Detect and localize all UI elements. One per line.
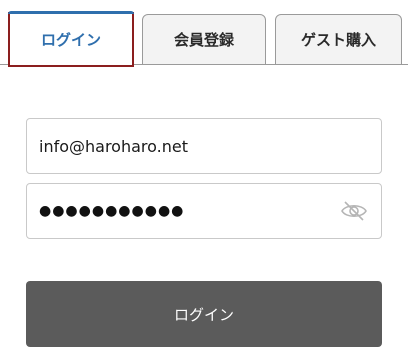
tab-register-label: 会員登録	[173, 31, 234, 49]
tab-guest-purchase[interactable]: ゲスト購入	[275, 14, 402, 65]
login-button[interactable]: ログイン	[26, 281, 382, 347]
login-screen: ログイン 会員登録 ゲスト購入 info@haroharo.net ●●●●●●…	[0, 0, 408, 362]
eye-slash-icon[interactable]	[339, 199, 369, 223]
password-value: ●●●●●●●●●●●	[39, 203, 185, 219]
email-field[interactable]: info@haroharo.net	[26, 118, 382, 174]
email-value: info@haroharo.net	[39, 136, 188, 156]
tab-login-label: ログイン	[40, 31, 101, 49]
tab-guest-purchase-label: ゲスト購入	[300, 31, 376, 49]
tab-bar: ログイン 会員登録 ゲスト購入	[0, 0, 408, 67]
tab-login[interactable]: ログイン	[8, 11, 134, 67]
password-field[interactable]: ●●●●●●●●●●●	[26, 183, 382, 239]
tab-register[interactable]: 会員登録	[142, 14, 266, 65]
login-button-label: ログイン	[173, 305, 234, 324]
